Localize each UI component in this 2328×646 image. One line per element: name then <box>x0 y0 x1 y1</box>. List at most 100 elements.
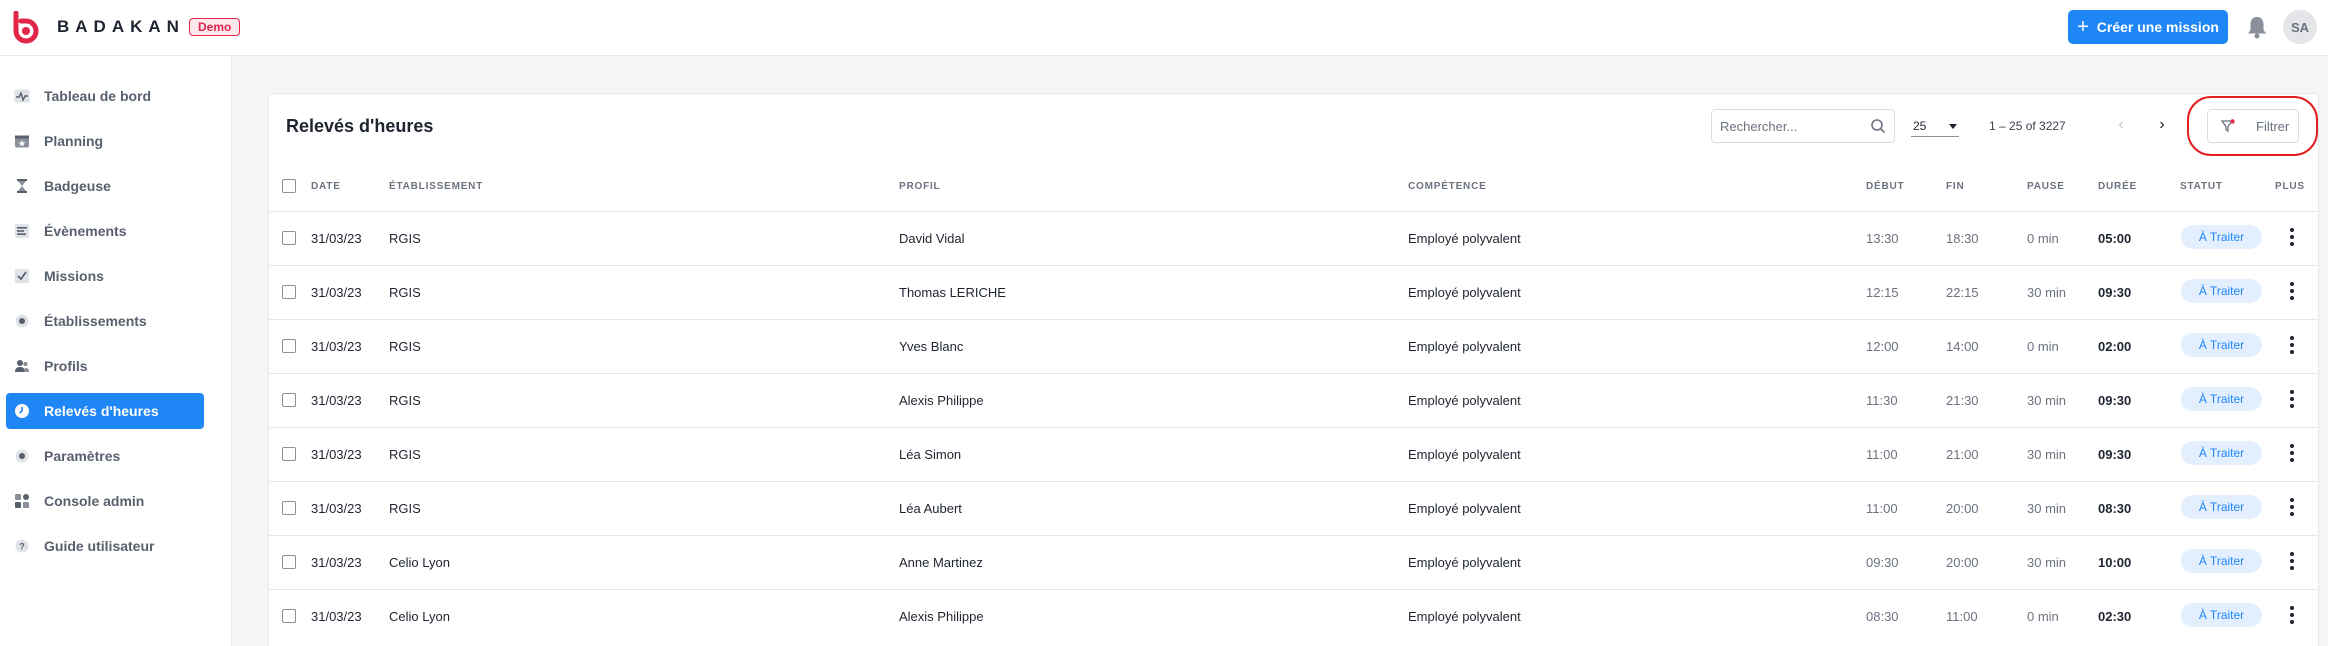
column-header-date[interactable]: DATE <box>311 181 341 192</box>
cell-competence: Employé polyvalent <box>1408 501 1521 516</box>
more-options-icon[interactable] <box>2289 390 2295 410</box>
row-checkbox[interactable] <box>282 609 296 623</box>
table-row[interactable]: 31/03/23 RGIS Thomas LERICHE Employé pol… <box>269 265 2318 319</box>
table-row[interactable]: 31/03/23 Celio Lyon Alexis Philippe Empl… <box>269 589 2318 643</box>
chevron-down-icon <box>1949 124 1957 129</box>
create-mission-button[interactable]: + Créer une mission <box>2068 10 2228 44</box>
cell-fin: 14:00 <box>1946 339 1979 354</box>
table-row[interactable]: 31/03/23 RGIS David Vidal Employé polyva… <box>269 211 2318 265</box>
sidebar-item-planning[interactable]: Planning <box>6 123 204 159</box>
status-badge[interactable]: À Traiter <box>2181 495 2262 519</box>
column-header-statut[interactable]: STATUT <box>2180 181 2223 192</box>
search-icon[interactable] <box>1870 118 1886 134</box>
more-options-icon[interactable] <box>2289 282 2295 302</box>
table-row[interactable]: 31/03/23 Celio Lyon Anne Martinez Employ… <box>269 535 2318 589</box>
cell-debut: 09:30 <box>1866 555 1899 570</box>
cell-profil: Anne Martinez <box>899 555 983 570</box>
cell-duree: 05:00 <box>2098 231 2132 246</box>
sidebar-item-etablissements[interactable]: Établissements <box>6 303 204 339</box>
sidebar-item-tableau-de-bord[interactable]: Tableau de bord <box>6 78 204 114</box>
row-checkbox[interactable] <box>282 339 296 353</box>
sidebar-item-label: Missions <box>44 268 104 284</box>
column-header-pause[interactable]: PAUSE <box>2027 181 2065 192</box>
previous-page-icon[interactable]: ‹ <box>2112 116 2130 134</box>
cell-debut: 13:30 <box>1866 231 1899 246</box>
column-header-profil[interactable]: PROFIL <box>899 181 940 192</box>
more-options-icon[interactable] <box>2289 498 2295 518</box>
search-input[interactable] <box>1720 110 1860 142</box>
column-header-debut[interactable]: DÉBUT <box>1866 181 1904 192</box>
cell-pause: 30 min <box>2027 447 2067 462</box>
row-checkbox[interactable] <box>282 231 296 245</box>
sidebar-item-parametres[interactable]: Paramètres <box>6 438 204 474</box>
cell-profil: Alexis Philippe <box>899 609 984 624</box>
select-all-checkbox[interactable] <box>282 179 296 193</box>
more-options-icon[interactable] <box>2289 444 2295 464</box>
next-page-icon[interactable]: › <box>2153 116 2171 134</box>
table-row[interactable]: 31/03/23 RGIS Alexis Philippe Employé po… <box>269 373 2318 427</box>
cell-pause: 30 min <box>2027 501 2067 516</box>
status-badge[interactable]: À Traiter <box>2181 279 2262 303</box>
list-icon <box>14 223 30 239</box>
table-row[interactable]: 31/03/23 RGIS Léa Aubert Employé polyval… <box>269 481 2318 535</box>
more-options-icon[interactable] <box>2289 606 2295 626</box>
rows-per-page-value: 25 <box>1913 119 1927 133</box>
cell-duree: 02:00 <box>2098 339 2132 354</box>
badakan-logo-icon[interactable] <box>10 11 42 44</box>
status-badge[interactable]: À Traiter <box>2181 441 2262 465</box>
more-options-icon[interactable] <box>2289 336 2295 356</box>
cell-duree: 02:30 <box>2098 609 2132 624</box>
cell-etablissement: Celio Lyon <box>389 609 450 624</box>
sidebar-item-label: Tableau de bord <box>44 88 152 104</box>
create-mission-label: Créer une mission <box>2096 19 2219 35</box>
status-badge[interactable]: À Traiter <box>2181 225 2262 249</box>
row-checkbox[interactable] <box>282 393 296 407</box>
cell-competence: Employé polyvalent <box>1408 609 1521 624</box>
table-row[interactable]: 31/03/23 RGIS Yves Blanc Employé polyval… <box>269 319 2318 373</box>
cell-date: 31/03/23 <box>311 393 362 408</box>
sidebar-item-label: Badgeuse <box>44 178 111 194</box>
more-options-icon[interactable] <box>2289 552 2295 572</box>
sidebar-item-guide-utilisateur[interactable]: ? Guide utilisateur <box>6 528 204 564</box>
cell-profil: Léa Aubert <box>899 501 962 516</box>
user-avatar[interactable]: SA <box>2283 10 2317 44</box>
sidebar-item-releves-d-heures[interactable]: Relevés d'heures <box>6 393 204 429</box>
filter-button[interactable]: Filtrer <box>2207 109 2299 143</box>
column-header-duree[interactable]: DURÉE <box>2098 181 2137 192</box>
help-icon: ? <box>14 538 30 554</box>
cell-etablissement: RGIS <box>389 393 421 408</box>
row-checkbox[interactable] <box>282 447 296 461</box>
more-options-icon[interactable] <box>2289 228 2295 248</box>
cell-debut: 11:00 <box>1866 501 1898 516</box>
sidebar-item-badgeuse[interactable]: Badgeuse <box>6 168 204 204</box>
sidebar-item-label: Console admin <box>44 493 145 509</box>
building-icon <box>14 313 30 329</box>
sidebar-item-evenements[interactable]: Évènements <box>6 213 204 249</box>
sidebar-item-missions[interactable]: Missions <box>6 258 204 294</box>
rows-per-page-select[interactable]: 25 <box>1911 115 1959 137</box>
cell-etablissement: RGIS <box>389 447 421 462</box>
column-header-competence[interactable]: COMPÉTENCE <box>1408 181 1487 192</box>
table-row[interactable]: 31/03/23 RGIS Léa Simon Employé polyvale… <box>269 427 2318 481</box>
column-header-etablissement[interactable]: ÉTABLISSEMENT <box>389 181 483 192</box>
status-badge[interactable]: À Traiter <box>2181 603 2262 627</box>
status-badge[interactable]: À Traiter <box>2181 333 2262 357</box>
row-checkbox[interactable] <box>282 555 296 569</box>
cell-pause: 30 min <box>2027 393 2067 408</box>
cell-date: 31/03/23 <box>311 555 362 570</box>
cell-etablissement: RGIS <box>389 339 421 354</box>
row-checkbox[interactable] <box>282 285 296 299</box>
status-badge[interactable]: À Traiter <box>2181 387 2262 411</box>
column-header-fin[interactable]: FIN <box>1946 181 1965 192</box>
status-badge[interactable]: À Traiter <box>2181 549 2262 573</box>
timesheets-card: Relevés d'heures 25 1 – 25 of 3227 ‹ › F… <box>268 93 2319 646</box>
row-checkbox[interactable] <box>282 501 296 515</box>
sidebar-item-profils[interactable]: Profils <box>6 348 204 384</box>
notification-bell-icon[interactable] <box>2246 15 2268 39</box>
cell-profil: Léa Simon <box>899 447 962 462</box>
cell-debut: 11:00 <box>1866 447 1898 462</box>
clock-icon <box>14 403 30 419</box>
users-icon <box>14 358 30 374</box>
pulse-icon <box>14 88 30 104</box>
sidebar-item-console-admin[interactable]: Console admin <box>6 483 204 519</box>
